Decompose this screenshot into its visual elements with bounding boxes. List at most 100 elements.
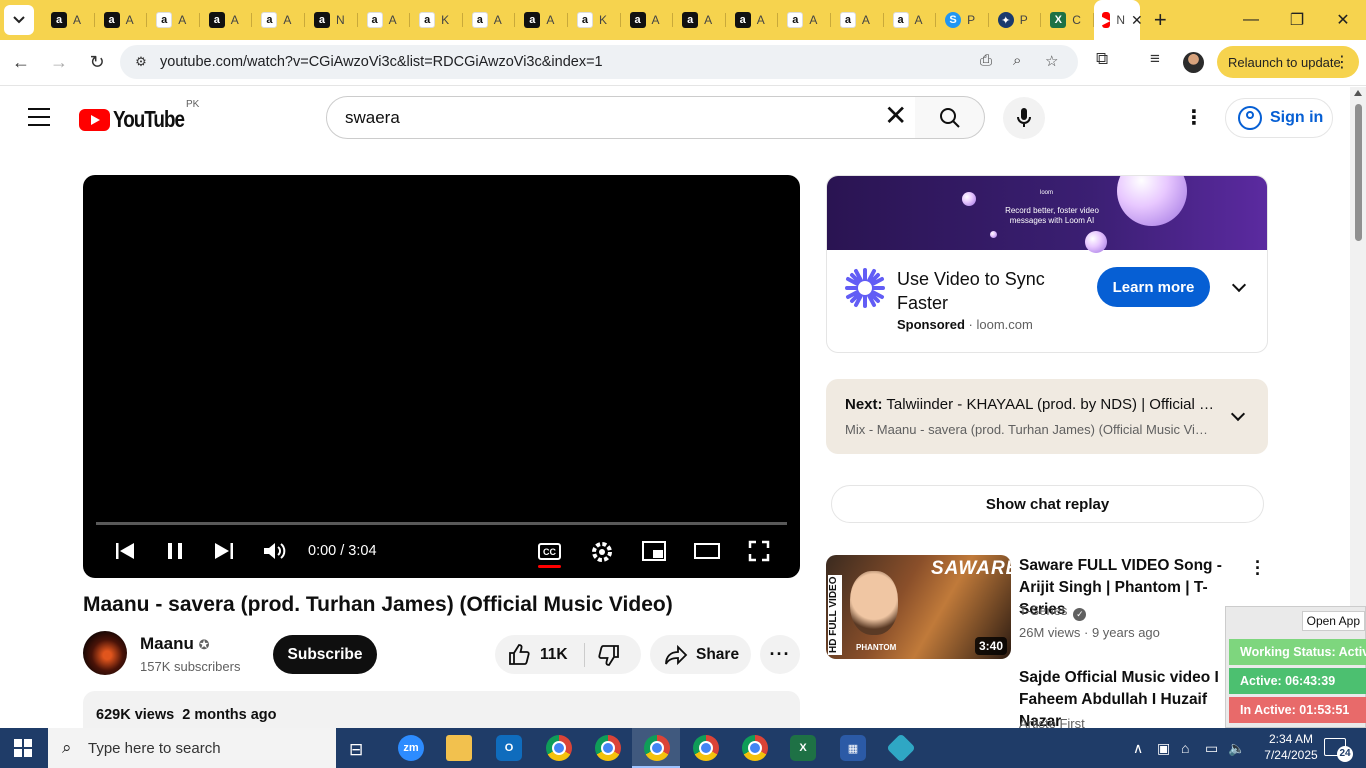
browser-tab[interactable]: aA (831, 0, 884, 40)
install-app-icon[interactable]: ⎙ (980, 52, 992, 69)
system-clock[interactable]: 2:34 AM 7/24/2025 (1253, 731, 1329, 763)
scroll-up-icon[interactable] (1354, 90, 1362, 96)
share-button[interactable]: Share (650, 635, 751, 674)
file-explorer-icon[interactable] (446, 735, 472, 761)
sponsored-ad-card[interactable]: loom Record better, foster video message… (826, 175, 1268, 353)
channel-name[interactable]: Maanu ✪ (140, 634, 209, 654)
browser-tab[interactable]: aA (515, 0, 568, 40)
volume-icon[interactable] (262, 540, 288, 562)
thumbs-up-icon[interactable] (507, 643, 531, 667)
reload-icon[interactable]: ↻ (80, 46, 114, 80)
tab-active[interactable]: ▶ N ✕ (1093, 0, 1143, 40)
playlist-next-panel[interactable]: Next: Talwiinder - KHAYAAL (prod. by NDS… (826, 379, 1268, 454)
meet-now-icon[interactable]: ▣ (1157, 740, 1170, 757)
outlook-icon[interactable]: O (496, 735, 522, 761)
expand-chevron-icon[interactable] (1230, 406, 1246, 422)
open-app-button[interactable]: Open App (1301, 611, 1365, 631)
chrome-icon[interactable] (693, 735, 719, 761)
ad-banner-image[interactable]: loom Record better, foster video message… (827, 176, 1267, 253)
browser-tab[interactable]: aA (95, 0, 148, 40)
miniplayer-icon[interactable] (641, 540, 667, 562)
close-window-icon[interactable]: ✕ (1320, 0, 1366, 40)
sign-in-button[interactable]: Sign in (1225, 98, 1333, 138)
show-hidden-icons-icon[interactable]: ∧ (1133, 740, 1143, 757)
captions-icon[interactable]: CC (538, 543, 561, 560)
browser-tab[interactable]: aN (305, 0, 358, 40)
browser-tab[interactable]: aA (726, 0, 779, 40)
browser-tab[interactable]: aA (778, 0, 831, 40)
forward-arrow-icon[interactable]: → (42, 46, 76, 80)
chrome-icon[interactable] (742, 735, 768, 761)
windows-start-icon[interactable] (14, 739, 32, 757)
fullscreen-icon[interactable] (748, 540, 770, 562)
search-input[interactable]: swaera (326, 96, 916, 139)
menu-icon[interactable] (28, 108, 50, 132)
restore-icon[interactable]: ❐ (1274, 0, 1320, 40)
browser-tab[interactable]: aA (358, 0, 411, 40)
theater-mode-icon[interactable] (693, 540, 721, 562)
chrome-icon[interactable] (644, 735, 670, 761)
taskbar-search-box[interactable]: ⌕ Type here to search (48, 728, 336, 768)
chrome-icon[interactable] (595, 735, 621, 761)
ad-title[interactable]: Use Video to Sync Faster (897, 267, 1077, 315)
back-arrow-icon[interactable]: ← (4, 46, 38, 80)
volume-icon[interactable]: 🔈 (1228, 740, 1245, 757)
browser-tab[interactable]: SP (936, 0, 989, 40)
next-icon[interactable] (213, 540, 235, 562)
browser-tab[interactable]: XC (1041, 0, 1094, 40)
battery-icon[interactable]: ▭ (1205, 740, 1218, 757)
video-player[interactable]: 0:00 / 3:04 CC (83, 175, 800, 578)
settings-gear-icon[interactable] (590, 540, 614, 564)
media-controls-icon[interactable]: ≡ (1150, 49, 1160, 69)
more-actions-icon[interactable]: ··· (760, 635, 800, 674)
calculator-icon[interactable]: ▦ (840, 735, 866, 761)
extensions-icon[interactable]: ⧉ (1096, 49, 1108, 69)
settings-more-icon[interactable]: ⋮ (1184, 108, 1204, 128)
related-video-thumbnail[interactable]: SAWARE HD FULL VIDEO PHANTOM 3:40 (826, 555, 1011, 659)
app-diamond-icon[interactable] (886, 733, 916, 763)
task-view-icon[interactable]: ⊟ (349, 740, 363, 760)
browser-tab[interactable]: aA (673, 0, 726, 40)
previous-icon[interactable] (114, 540, 136, 562)
channel-name[interactable]: T-Series (1019, 603, 1067, 618)
browser-tab[interactable]: aA (463, 0, 516, 40)
browser-tab[interactable]: aK (410, 0, 463, 40)
notification-center-icon[interactable]: 24 (1324, 738, 1353, 762)
search-value[interactable]: swaera (345, 108, 400, 128)
browser-tab[interactable]: aA (42, 0, 95, 40)
scrollbar-thumb[interactable] (1355, 104, 1362, 241)
minimize-icon[interactable]: — (1228, 0, 1274, 40)
subscribe-button[interactable]: Subscribe (273, 635, 377, 674)
pause-icon[interactable] (165, 540, 185, 562)
zoom-icon[interactable]: ⌕ (1013, 52, 1021, 69)
bookmark-star-icon[interactable]: ☆ (1045, 52, 1058, 70)
browser-tab[interactable]: aA (147, 0, 200, 40)
browser-tab[interactable]: aA (621, 0, 674, 40)
progress-bar[interactable] (96, 522, 787, 525)
zoom-app-icon[interactable]: zm (398, 735, 424, 761)
search-button[interactable] (915, 96, 985, 139)
profile-avatar[interactable] (1183, 52, 1204, 73)
expand-chevron-icon[interactable] (1231, 277, 1247, 293)
voice-search-button[interactable] (1003, 97, 1045, 139)
thumbs-down-icon[interactable] (597, 643, 621, 667)
channel-avatar[interactable] (83, 631, 127, 675)
browser-tab[interactable]: aK (568, 0, 621, 40)
address-bar[interactable]: ⚙ youtube.com/watch?v=CGiAwzoVi3c&list=R… (120, 45, 1078, 79)
video-options-icon[interactable]: · · · (1252, 553, 1264, 583)
browser-tab[interactable]: aA (252, 0, 305, 40)
youtube-logo[interactable]: YouTube (79, 106, 200, 133)
site-info-icon[interactable]: ⚙ (126, 54, 156, 70)
browser-tab[interactable]: aA (200, 0, 253, 40)
clear-search-icon[interactable]: ✕ (884, 102, 907, 130)
related-channel[interactable]: T-Series ✓ (1019, 603, 1087, 621)
relaunch-button[interactable]: Relaunch to update ⋮ (1217, 46, 1359, 78)
browser-tab[interactable]: ✦ P (989, 0, 1042, 40)
browser-tab[interactable]: aA (884, 0, 937, 40)
tab-search-button[interactable] (4, 5, 34, 35)
like-count[interactable]: 11K (540, 646, 568, 664)
show-chat-replay-button[interactable]: Show chat replay (831, 485, 1264, 523)
learn-more-button[interactable]: Learn more (1097, 267, 1210, 307)
url-text[interactable]: youtube.com/watch?v=CGiAwzoVi3c&list=RDC… (160, 54, 603, 70)
chrome-icon[interactable] (546, 735, 572, 761)
